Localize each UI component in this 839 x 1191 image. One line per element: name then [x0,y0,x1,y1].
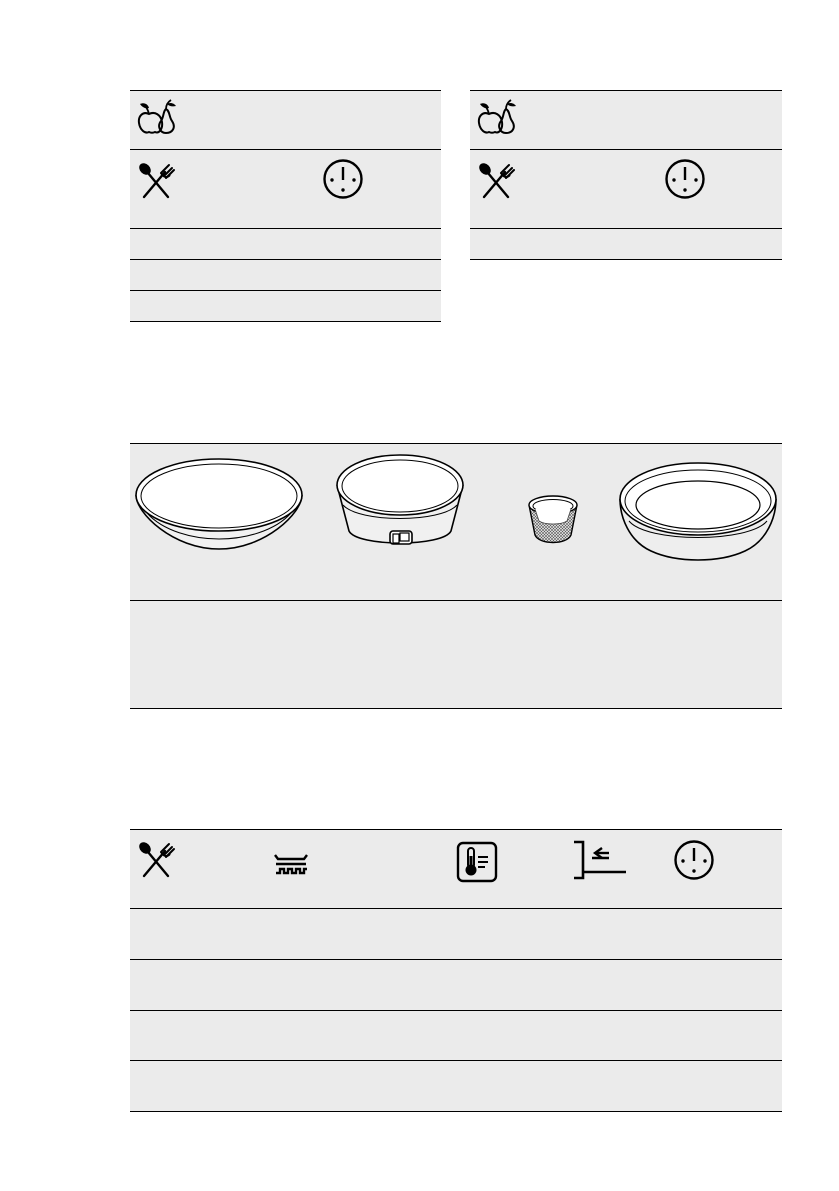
fruit-icon [136,98,180,138]
ramekin-icon [525,491,581,547]
clock-icon [672,838,716,882]
cutlery-icon [475,160,519,200]
heating-function-icon [269,847,313,883]
fruit-table-left [130,90,441,323]
cutlery-icon [135,839,179,879]
settings-table [130,829,782,1113]
temperature-icon [455,840,499,884]
bakeware-table [130,443,782,710]
cutlery-icon [135,160,179,200]
shelf-position-icon [572,838,628,882]
fruit-table-right [470,90,782,261]
springform-pan-icon [335,451,465,555]
fruit-icon [476,98,520,138]
clock-icon [321,157,365,201]
clock-icon [663,157,707,201]
deep-pie-dish-icon [617,459,779,561]
flat-tart-pan-icon [133,455,305,555]
